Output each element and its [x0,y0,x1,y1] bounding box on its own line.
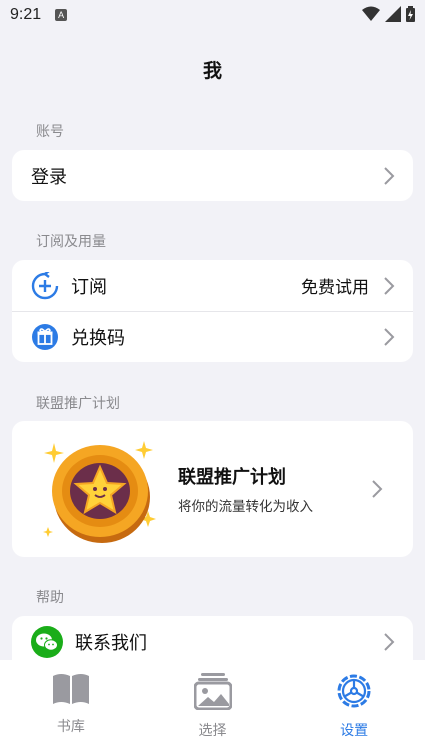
wifi-icon [362,6,380,21]
affiliate-title: 联盟推广计划 [178,467,286,488]
affiliate-promo[interactable]: 联盟推广计划 将你的流量转化为收入 [12,421,413,557]
status-icons [362,6,415,22]
tab-label: 选择 [198,723,227,739]
subscribe-value: 免费试用 [301,278,369,298]
section-label-affiliate: 联盟推广计划 [36,396,120,412]
tab-library[interactable]: 书库 [0,660,142,755]
bottom-tab-bar: 书库 选择 设置 [0,660,425,755]
tab-label: 书库 [56,719,85,735]
subscription-card: 订阅 免费试用 兑换码 [12,260,413,362]
notification-icon: A [55,9,68,21]
gift-icon [31,323,59,351]
account-card: 登录 [12,150,413,201]
affiliate-subtitle: 将你的流量转化为收入 [178,499,313,515]
subscribe-row[interactable]: 订阅 免费试用 [12,260,413,311]
status-time: 9:21 [10,6,42,23]
settings-icon [337,674,371,708]
battery-icon [406,6,415,22]
tab-settings[interactable]: 设置 [283,660,425,755]
affiliate-text: 联盟推广计划 将你的流量转化为收入 [178,463,313,515]
signal-icon [385,6,401,22]
contact-row[interactable]: 联系我们 [12,616,413,661]
redeem-label: 兑换码 [71,328,125,349]
chevron-right-icon [372,480,383,498]
tab-select[interactable]: 选择 [142,660,284,755]
wechat-icon [31,625,63,658]
chevron-right-icon [384,328,395,346]
chevron-right-icon [384,632,395,651]
chevron-right-icon [384,166,395,185]
contact-label: 联系我们 [75,632,147,654]
page-title: 我 [202,60,222,82]
gallery-icon [193,673,232,710]
redeem-row[interactable]: 兑换码 [12,311,413,362]
affiliate-card[interactable]: 联盟推广计划 将你的流量转化为收入 [12,421,413,557]
status-bar: 9:21 A [0,0,425,30]
login-row[interactable]: 登录 [12,150,413,201]
section-label-subscription: 订阅及用量 [36,234,106,250]
subscribe-icon [31,271,59,300]
section-label-account: 账号 [36,124,64,140]
section-label-help: 帮助 [36,590,64,606]
subscribe-label: 订阅 [71,276,107,298]
login-label: 登录 [31,166,67,188]
tab-label: 设置 [340,723,369,739]
help-card: 联系我们 [12,616,413,661]
star-coin-icon [43,441,156,543]
chevron-right-icon [384,276,395,295]
book-icon [52,674,89,704]
